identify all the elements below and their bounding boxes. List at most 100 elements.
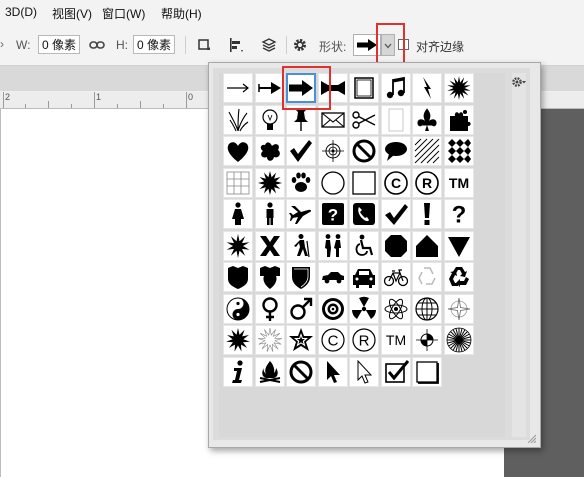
shape-shield-3[interactable] <box>286 262 316 292</box>
shape-registered[interactable]: R <box>412 167 442 198</box>
gear-icon[interactable] <box>290 35 310 55</box>
panel-scrollbar[interactable] <box>512 73 526 437</box>
shape-pointer-outline[interactable] <box>349 356 379 387</box>
shape-target[interactable] <box>317 136 348 166</box>
diagonal-lines-icon <box>414 138 440 164</box>
shape-female[interactable] <box>223 199 253 229</box>
shape-checkbox-checked[interactable] <box>380 356 411 387</box>
shape-shield-1[interactable] <box>223 262 253 292</box>
shape-talk-bubble[interactable] <box>380 136 411 166</box>
resize-grip-icon[interactable] <box>526 433 536 443</box>
shape-star-badge[interactable] <box>286 325 316 355</box>
shape-no-symbol[interactable] <box>349 136 379 166</box>
scissors-icon <box>352 110 376 129</box>
shape-yield[interactable] <box>443 230 474 261</box>
shape-dropdown-button[interactable] <box>381 34 395 56</box>
shape-heart[interactable] <box>223 136 253 166</box>
shape-trademark-2[interactable]: TM <box>380 325 411 355</box>
shape-fleur-de-lis[interactable] <box>412 104 442 135</box>
shape-paw-print[interactable] <box>286 167 316 198</box>
shape-help[interactable]: ? <box>317 199 348 229</box>
menu-view[interactable]: 视图(V) <box>52 5 92 22</box>
panel-gear-icon[interactable] <box>509 75 529 89</box>
shape-school-zone[interactable] <box>412 230 442 261</box>
shape-stop-sign[interactable] <box>380 230 411 261</box>
shape-checkmark[interactable] <box>286 136 316 166</box>
shape-question[interactable]: ? <box>443 199 474 229</box>
shape-boom-2[interactable] <box>254 167 285 198</box>
menu-window[interactable]: 窗口(W) <box>102 5 145 22</box>
shape-circle-frame[interactable] <box>317 167 348 198</box>
shape-campfire[interactable] <box>254 356 285 387</box>
shape-information[interactable] <box>223 356 253 387</box>
shape-car-front[interactable] <box>349 262 379 292</box>
boom-light-icon <box>257 327 282 352</box>
shape-female-symbol[interactable] <box>254 293 285 324</box>
shape-arrow-5[interactable] <box>254 73 285 103</box>
shape-boom-4[interactable] <box>223 325 253 355</box>
shape-airplane[interactable] <box>286 199 316 229</box>
path-arrangement-icon[interactable] <box>259 35 279 55</box>
shape-shield-2[interactable] <box>254 262 285 292</box>
shape-exclamation[interactable] <box>412 199 442 229</box>
shape-square-frame[interactable] <box>349 167 379 198</box>
shape-ink-blot[interactable] <box>254 136 285 166</box>
shape-recycle[interactable] <box>443 262 474 292</box>
shape-yin-yang[interactable] <box>223 293 253 324</box>
shape-eighth-notes[interactable] <box>380 73 411 103</box>
shape-arrow-thin[interactable] <box>223 73 253 103</box>
shape-blank-frame[interactable] <box>380 104 411 135</box>
shape-copyright-2[interactable]: C <box>317 325 348 355</box>
shape-pointer[interactable] <box>317 356 348 387</box>
shape-bicycle[interactable] <box>380 262 411 292</box>
shape-puzzle[interactable] <box>443 104 474 135</box>
shape-diagonal-lines[interactable] <box>412 136 442 166</box>
shape-diamond-grid[interactable] <box>443 136 474 166</box>
shape-checkmark-2[interactable] <box>380 199 411 229</box>
shape-envelope[interactable] <box>317 104 348 135</box>
shape-copyright[interactable]: C <box>380 167 411 198</box>
shape-trademark[interactable]: TM <box>443 167 474 198</box>
shape-recycle-light[interactable] <box>412 262 442 292</box>
align-edges-checkbox[interactable] <box>398 39 409 50</box>
shape-registered-2[interactable]: R <box>349 325 379 355</box>
shape-frame-border-2[interactable] <box>349 73 379 103</box>
shape-handicapped[interactable] <box>349 230 379 261</box>
shape-boom-1[interactable] <box>443 73 474 103</box>
shape-sunburst[interactable] <box>443 325 474 355</box>
menu-3d[interactable]: 3D(D) <box>5 5 37 19</box>
shape-bullseye[interactable] <box>317 293 348 324</box>
shape-no-symbol-2[interactable] <box>286 356 316 387</box>
shape-checkbox-empty[interactable] <box>412 356 442 387</box>
shape-hiker[interactable] <box>286 230 316 261</box>
shape-pedestrian[interactable] <box>317 230 348 261</box>
shape-thumbtack[interactable] <box>286 104 316 135</box>
shape-radioactive[interactable] <box>349 293 379 324</box>
shape-lightning[interactable] <box>412 73 442 103</box>
shape-scissors[interactable] <box>349 104 379 135</box>
shape-preview[interactable] <box>353 34 381 56</box>
chevron-right-icon[interactable]: › <box>0 37 4 51</box>
width-field[interactable]: 0 像素 <box>38 35 80 54</box>
shape-registration-target[interactable] <box>412 325 442 355</box>
shape-atom[interactable] <box>380 293 411 324</box>
shape-telephone[interactable] <box>349 199 379 229</box>
shape-grass[interactable] <box>223 104 253 135</box>
shape-x-mark[interactable] <box>254 230 285 261</box>
shape-male-symbol[interactable] <box>286 293 316 324</box>
shape-compass[interactable] <box>443 293 474 324</box>
path-operations-icon[interactable] <box>194 35 214 55</box>
link-icon[interactable] <box>87 35 107 55</box>
menu-help[interactable]: 帮助(H) <box>161 5 202 22</box>
shape-car-side[interactable] <box>317 262 348 292</box>
path-alignment-icon[interactable] <box>226 35 246 55</box>
shape-grid[interactable] <box>223 167 253 198</box>
shape-banner[interactable] <box>317 73 348 103</box>
shape-boom-3[interactable] <box>223 230 253 261</box>
shape-boom-light[interactable] <box>254 325 285 355</box>
shape-globe[interactable] <box>412 293 442 324</box>
shape-light-bulb[interactable] <box>254 104 285 135</box>
shape-male[interactable] <box>254 199 285 229</box>
height-field[interactable]: 0 像素 <box>133 35 175 54</box>
shape-arrow-9[interactable] <box>286 73 316 103</box>
